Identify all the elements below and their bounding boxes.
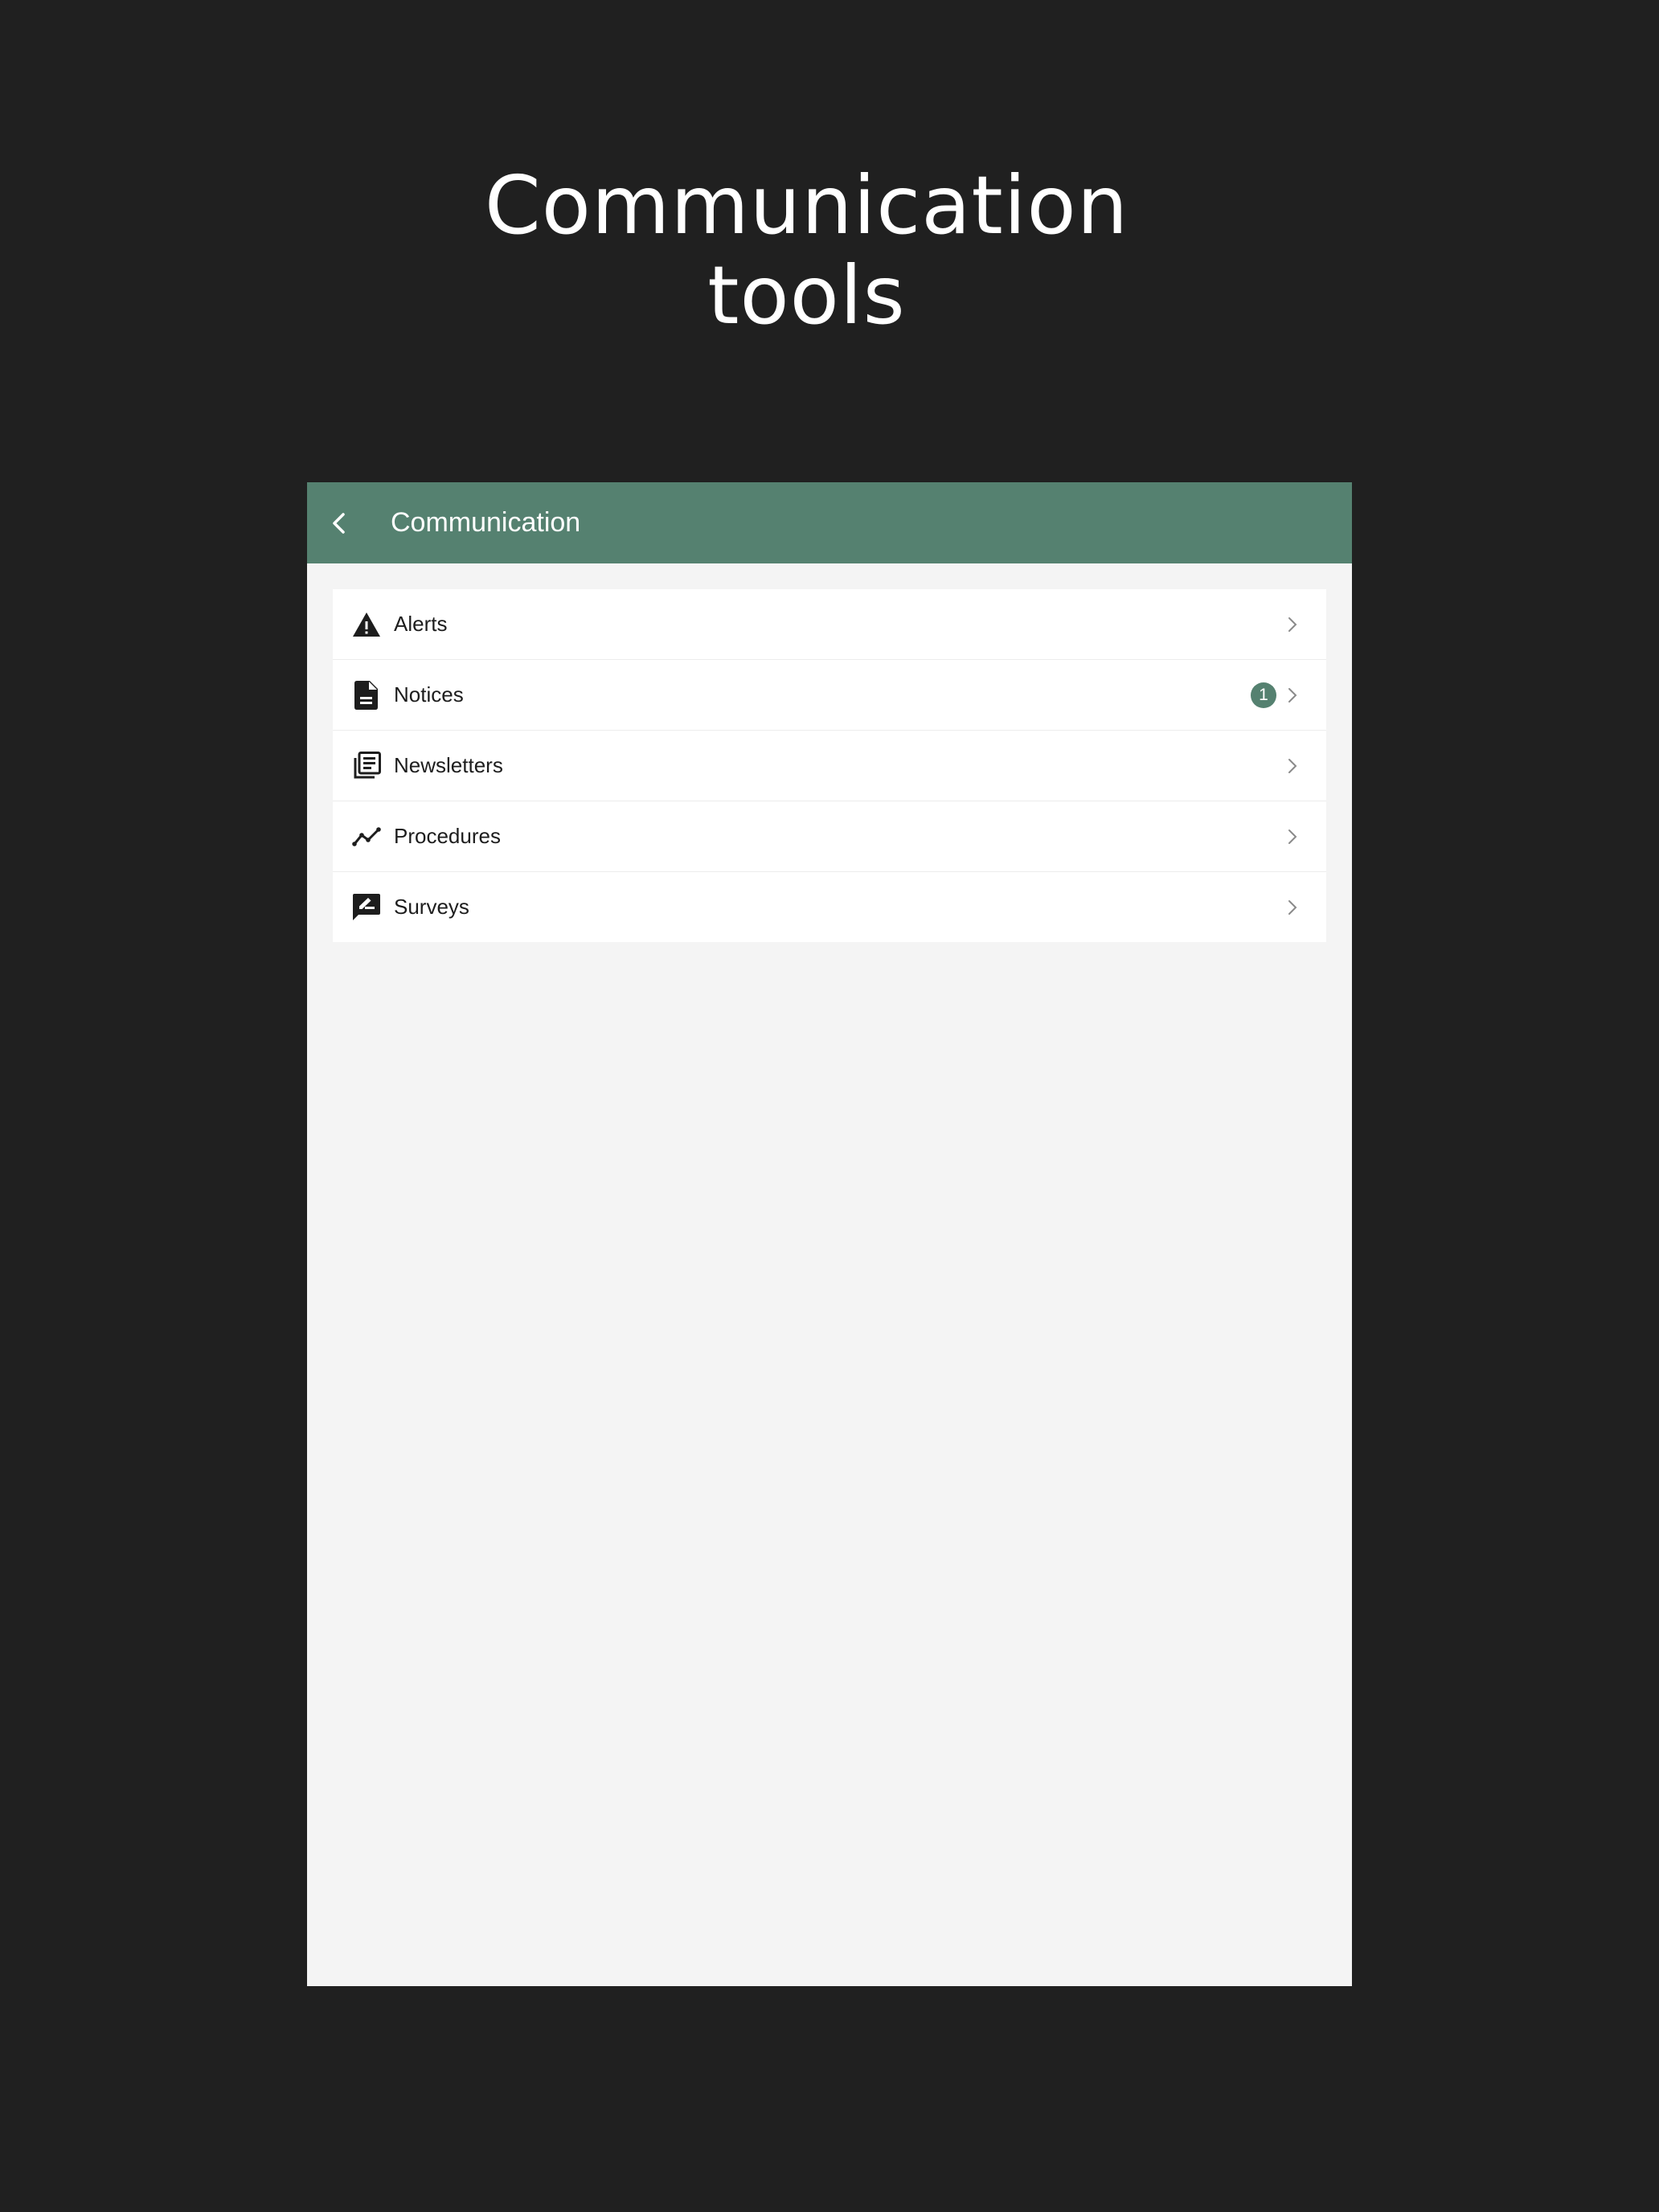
menu-item-label: Newsletters [394, 753, 503, 777]
communication-menu: Alerts Notices 1 Newsletters Procedures … [333, 589, 1326, 942]
chevron-right-icon [1286, 687, 1299, 703]
chevron-right-icon [1286, 616, 1299, 633]
chevron-right-icon [1286, 899, 1299, 916]
headline-line-1: Communication [484, 158, 1129, 252]
notification-badge: 1 [1251, 682, 1276, 708]
app-bar: Communication [307, 482, 1352, 563]
menu-item-label: Surveys [394, 895, 469, 919]
menu-item-alerts[interactable]: Alerts [333, 589, 1326, 660]
headline-line-2: tools [707, 248, 906, 342]
menu-item-surveys[interactable]: Surveys [333, 872, 1326, 942]
trend-line-icon [352, 822, 381, 851]
chevron-left-icon [333, 512, 345, 534]
rate-review-icon [352, 893, 381, 922]
chevron-right-icon [1286, 829, 1299, 845]
menu-item-procedures[interactable]: Procedures [333, 801, 1326, 872]
menu-item-notices[interactable]: Notices 1 [333, 660, 1326, 731]
menu-item-label: Alerts [394, 612, 448, 636]
newspaper-icon [352, 751, 381, 780]
promo-headline: Communication tools [0, 161, 1613, 341]
back-button[interactable] [307, 482, 371, 563]
menu-item-label: Procedures [394, 824, 501, 848]
menu-item-label: Notices [394, 682, 464, 707]
warning-icon [352, 610, 381, 639]
menu-item-newsletters[interactable]: Newsletters [333, 731, 1326, 801]
app-screen: Communication Alerts Notices 1 Newslette… [307, 482, 1352, 1986]
chevron-right-icon [1286, 758, 1299, 774]
document-icon [352, 680, 381, 710]
page-title: Communication [391, 507, 581, 538]
